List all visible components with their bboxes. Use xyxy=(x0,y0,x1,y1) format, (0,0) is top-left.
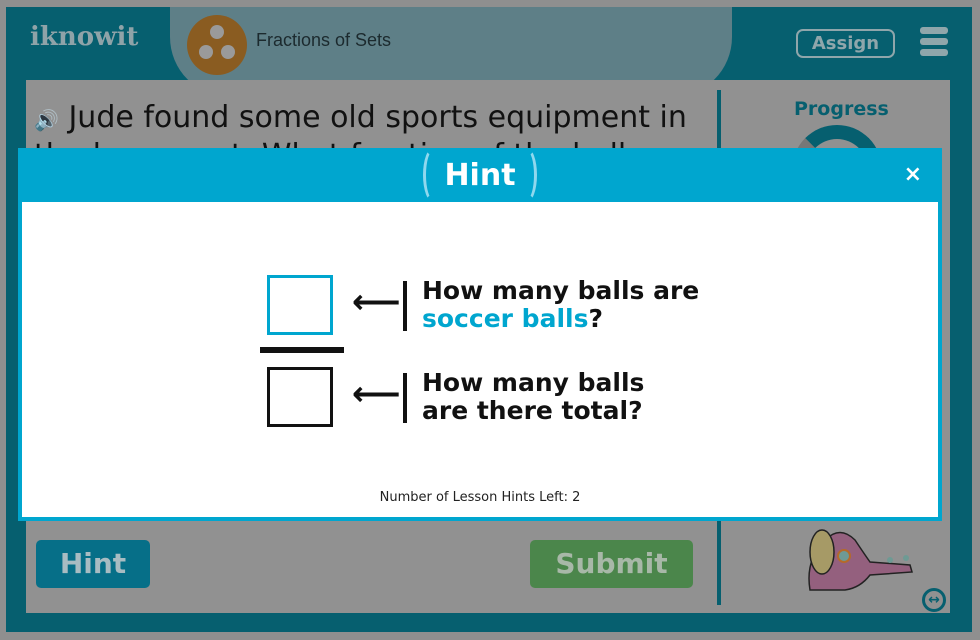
bracket xyxy=(403,373,407,423)
modal-title: Hint xyxy=(444,158,516,193)
numerator-label: How many balls are soccer balls? xyxy=(422,277,699,333)
arrow-left-icon: ⟵ xyxy=(352,374,401,414)
numerator-end: ? xyxy=(588,304,603,333)
denominator-text-1: How many balls xyxy=(422,368,645,397)
numerator-box xyxy=(267,275,333,335)
swap-arrows-icon[interactable]: ↔ xyxy=(922,588,946,612)
topic-icon xyxy=(187,15,247,75)
hint-modal: Hint × ⟵ ⟵ How many balls are soccer bal… xyxy=(18,148,942,521)
progress-label: Progress xyxy=(794,98,889,120)
bracket xyxy=(403,281,407,331)
elephant-mascot-icon xyxy=(808,529,913,591)
denominator-label: How many balls are there total? xyxy=(422,369,644,425)
hint-button[interactable]: Hint xyxy=(36,540,150,588)
modal-header: Hint × xyxy=(18,148,942,202)
assign-button[interactable]: Assign xyxy=(796,29,895,58)
denominator-text-2: are there total? xyxy=(422,396,643,425)
speaker-icon[interactable]: 🔊 xyxy=(34,108,59,132)
arrow-left-icon: ⟵ xyxy=(352,282,401,322)
fraction-bar xyxy=(260,347,344,353)
logo[interactable]: iknowit xyxy=(30,22,138,52)
topic-title: Fractions of Sets xyxy=(256,30,392,50)
denominator-box xyxy=(267,367,333,427)
menu-icon[interactable] xyxy=(920,27,948,60)
submit-button[interactable]: Submit xyxy=(530,540,693,588)
numerator-text: How many balls are xyxy=(422,276,700,305)
hints-left: Number of Lesson Hints Left: 2 xyxy=(379,490,581,505)
close-icon[interactable]: × xyxy=(904,162,922,187)
modal-body: ⟵ ⟵ How many balls are soccer balls? How… xyxy=(22,202,938,517)
numerator-highlight: soccer balls xyxy=(422,304,589,333)
